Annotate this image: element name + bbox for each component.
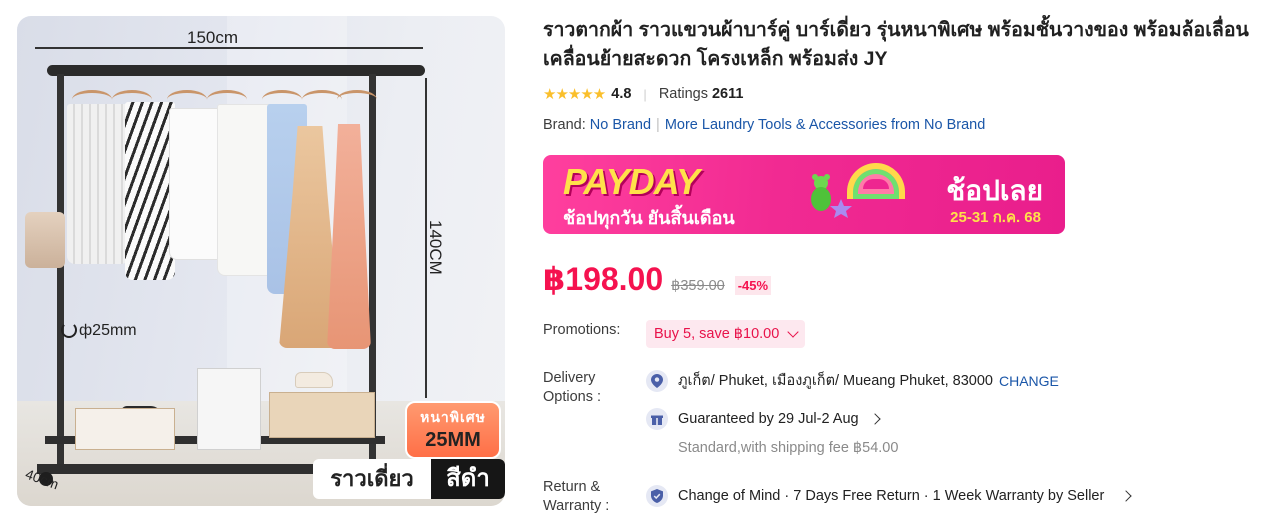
- return-warranty-label: Return & Warranty :: [543, 479, 610, 514]
- badge-line1: หนาพิเศษ: [420, 409, 486, 425]
- chevron-down-icon: [787, 326, 799, 338]
- rating-row[interactable]: ★★★★★ 4.8 | Ratings 2611: [543, 84, 743, 104]
- location-pin-icon: [646, 369, 668, 392]
- shield-check-icon: [646, 485, 668, 507]
- return-warranty-text: Change of Mind · 7 Days Free Return · 1 …: [678, 488, 1105, 504]
- pole-diameter-icon: [61, 322, 77, 338]
- garment-knit: [67, 104, 129, 264]
- rainbow-icon: [847, 163, 905, 199]
- brand-link[interactable]: No Brand: [590, 117, 651, 133]
- shipping-fee-note: Standard,with shipping fee ฿54.00: [678, 440, 899, 456]
- hanger: [337, 90, 377, 109]
- payday-promo-banner[interactable]: PAYDAY ช้อปทุกวัน ยันสิ้นเดือน ช้อปเลย 2…: [543, 155, 1065, 234]
- divider: |: [643, 86, 647, 102]
- promotion-chip-label: Buy 5, save ฿10.00: [654, 326, 780, 342]
- width-dimension-label: 150cm: [187, 28, 239, 47]
- brand-label: Brand:: [543, 117, 586, 133]
- delivery-guarantee: Guaranteed by 29 Jul-2 Aug: [678, 411, 859, 427]
- pole-diameter-label: ф25mm: [79, 322, 137, 339]
- more-from-brand-link[interactable]: More Laundry Tools & Accessories from No…: [665, 117, 986, 133]
- discount-badge: -45%: [734, 276, 772, 295]
- hanger: [302, 90, 342, 109]
- banner-date: 25-31 ก.ค. 68: [950, 209, 1041, 226]
- gift-box-icon: [646, 408, 668, 430]
- color-label: สีดำ: [431, 459, 505, 499]
- delivery-location-row: ภูเก็ต/ Phuket, เมืองภูเก็ต/ Mueang Phuk…: [646, 369, 1059, 392]
- original-price: ฿359.00: [671, 278, 725, 294]
- chevron-right-icon: [1120, 490, 1132, 502]
- delivery-location: ภูเก็ต/ Phuket, เมืองภูเก็ต/ Mueang Phuk…: [678, 373, 993, 389]
- current-price: ฿198.00: [543, 261, 664, 297]
- shoe-box-white: [75, 408, 175, 450]
- garment-striped: [125, 102, 175, 280]
- rating-stars-icon: ★★★★★: [543, 86, 606, 103]
- handbag: [25, 212, 65, 268]
- rack-left-pole: [57, 74, 64, 469]
- divider: |: [656, 117, 660, 133]
- promotion-chip[interactable]: Buy 5, save ฿10.00: [646, 320, 806, 348]
- product-main-image[interactable]: 150cm 140CM ф25mm 40cm หนาพิเศษ 25MM ราว…: [17, 16, 505, 506]
- change-location-link[interactable]: CHANGE: [999, 373, 1059, 389]
- brand-row: Brand: No Brand | More Laundry Tools & A…: [543, 117, 985, 133]
- chevron-right-icon: [868, 413, 881, 425]
- sneaker-white: [295, 372, 333, 388]
- delivery-guarantee-row[interactable]: Guaranteed by 29 Jul-2 Aug: [646, 408, 881, 430]
- ratings-label: Ratings: [658, 86, 708, 102]
- product-title: ราวตากผ้า ราวแขวนผ้าบาร์คู่ บาร์เดี่ยว ร…: [543, 19, 1249, 70]
- delivery-label: Delivery Options :: [543, 370, 602, 405]
- return-warranty-row[interactable]: Change of Mind · 7 Days Free Return · 1 …: [646, 485, 1132, 507]
- variant-label: ราวเดี่ยว: [313, 459, 431, 499]
- badge-line2: 25MM: [425, 429, 481, 451]
- shoe-box-reebok: [269, 392, 375, 438]
- ratings-count: 2611: [711, 86, 744, 102]
- thickness-badge: หนาพิเศษ 25MM: [405, 401, 501, 459]
- shopping-bag: [197, 368, 261, 450]
- rating-value: 4.8: [611, 86, 632, 102]
- banner-subtitle: ช้อปทุกวัน ยันสิ้นเดือน: [563, 208, 735, 228]
- promotions-label: Promotions:: [543, 322, 621, 338]
- price-row: ฿198.00 ฿359.00 -45%: [543, 260, 772, 298]
- banner-title: PAYDAY: [563, 161, 700, 202]
- height-dimension-label: 140CM: [426, 220, 445, 275]
